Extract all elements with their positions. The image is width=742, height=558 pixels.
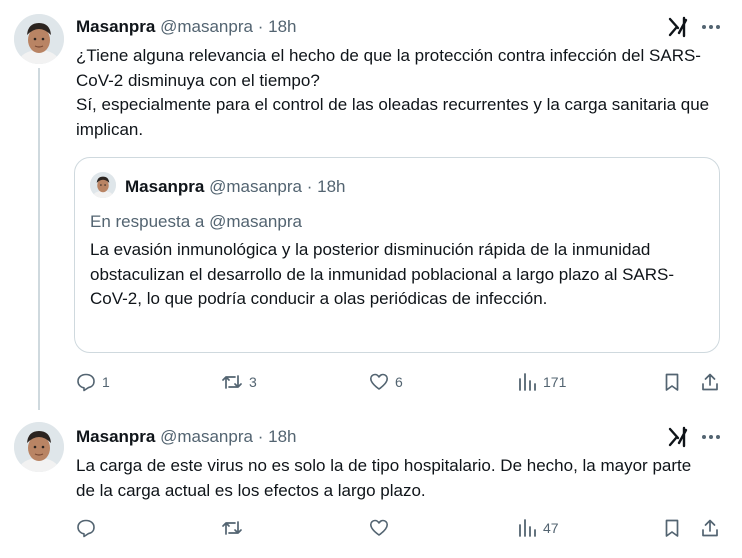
repost-icon — [221, 518, 243, 538]
share-icon — [700, 372, 720, 392]
tweet-2[interactable]: Masanpra @masanpra · 18h La carga de est… — [0, 410, 742, 558]
repost-button[interactable] — [221, 518, 249, 538]
quote-author-handle: @masanpra — [209, 177, 302, 196]
bookmark-button[interactable] — [662, 372, 682, 392]
reply-count: 1 — [102, 374, 110, 390]
author-name[interactable]: Masanpra — [76, 427, 155, 446]
avatar[interactable] — [14, 14, 64, 64]
quote-author-name: Masanpra — [125, 177, 205, 196]
like-icon — [369, 518, 389, 538]
reply-button[interactable]: 1 — [76, 372, 110, 392]
quote-timestamp: 18h — [317, 177, 346, 196]
author-handle[interactable]: @masanpra — [160, 17, 253, 36]
views-icon — [517, 372, 537, 392]
views-count: 171 — [543, 374, 567, 390]
tweet-paragraph: Sí, especialmente para el control de las… — [76, 95, 710, 139]
share-icon — [700, 518, 720, 538]
separator-dot: · — [306, 177, 313, 196]
reply-icon — [76, 372, 96, 392]
bookmark-icon — [662, 372, 682, 392]
grok-icon[interactable] — [667, 16, 689, 38]
more-icon[interactable] — [700, 16, 722, 38]
like-button[interactable] — [369, 518, 395, 538]
tweet-paragraph: La carga de este virus no es solo la de … — [76, 456, 692, 500]
views-button[interactable]: 171 — [517, 372, 566, 392]
share-button[interactable] — [700, 372, 720, 392]
reply-prefix: En respuesta a — [90, 212, 210, 231]
separator-dot: · — [257, 427, 264, 446]
views-count: 47 — [543, 520, 559, 536]
views-button[interactable]: 47 — [517, 518, 559, 538]
grok-icon[interactable] — [667, 426, 689, 448]
timestamp[interactable]: 18h — [268, 17, 296, 36]
tweet-text: La carga de este virus no es solo la de … — [76, 454, 706, 503]
quote-avatar — [90, 172, 116, 198]
tweet-1[interactable]: Masanpra @masanpra · 18h ¿Tiene alguna r… — [0, 0, 742, 410]
reply-to-handle: @masanpra — [209, 212, 302, 231]
more-icon[interactable] — [700, 426, 722, 448]
separator-dot: · — [257, 17, 264, 36]
tweet-header: Masanpra @masanpra · 18h — [76, 426, 296, 448]
like-icon — [369, 372, 389, 392]
repost-icon — [221, 372, 243, 392]
quoted-tweet[interactable]: Masanpra @masanpra · 18h En respuesta a … — [74, 157, 720, 353]
tweet-text: ¿Tiene alguna relevancia el hecho de que… — [76, 44, 722, 142]
reply-context: En respuesta a @masanpra — [90, 211, 302, 233]
avatar[interactable] — [14, 422, 64, 472]
tweet-header: Masanpra @masanpra · 18h — [76, 16, 296, 38]
timestamp[interactable]: 18h — [268, 427, 296, 446]
bookmark-icon — [662, 518, 682, 538]
like-button[interactable]: 6 — [369, 372, 403, 392]
reply-icon — [76, 518, 96, 538]
quote-text: La evasión inmunológica y la posterior d… — [90, 240, 675, 308]
reply-button[interactable] — [76, 518, 102, 538]
like-count: 6 — [395, 374, 403, 390]
author-name[interactable]: Masanpra — [76, 17, 155, 36]
share-button[interactable] — [700, 518, 720, 538]
bookmark-button[interactable] — [662, 518, 682, 538]
repost-count: 3 — [249, 374, 257, 390]
quote-header: Masanpra @masanpra · 18h — [125, 176, 345, 198]
tweet-paragraph: ¿Tiene alguna relevancia el hecho de que… — [76, 46, 701, 90]
author-handle[interactable]: @masanpra — [160, 427, 253, 446]
repost-button[interactable]: 3 — [221, 372, 257, 392]
views-icon — [517, 518, 537, 538]
